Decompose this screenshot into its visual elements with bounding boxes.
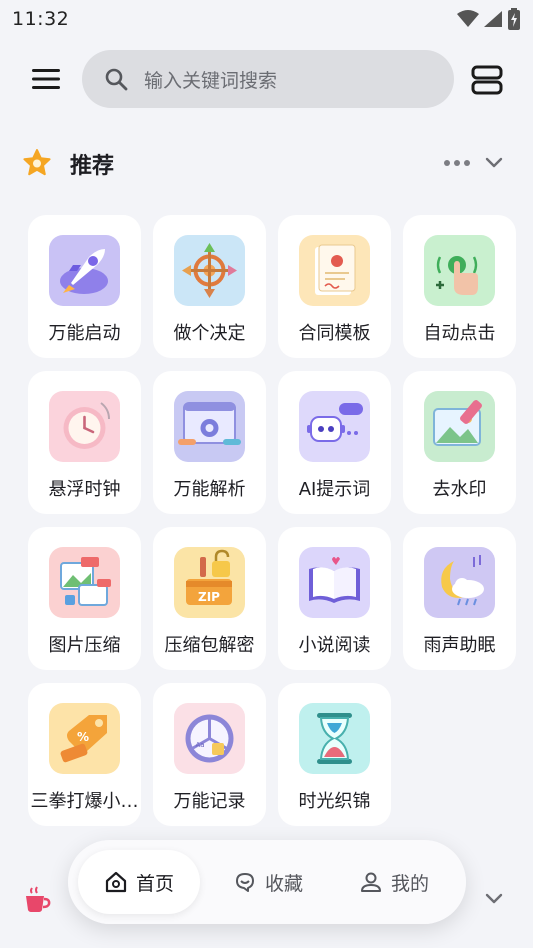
app-label: 小说阅读 [298,635,371,656]
svg-text:ZIP: ZIP [198,590,220,604]
app-card-floating-clock[interactable]: 悬浮时钟 [28,371,141,514]
app-card-make-decision[interactable]: 做个决定 [153,215,266,358]
record-pie-icon: Aa [174,703,245,774]
tab-mine-label: 我的 [390,872,429,895]
favorites-icon [235,873,254,892]
user-icon [360,872,381,892]
app-card-universal-record[interactable]: Aa 万能记录 [153,683,266,826]
tab-mine[interactable]: 我的 [344,850,444,914]
app-label: 悬浮时钟 [48,479,121,500]
status-bar: 11:32 [0,0,533,38]
search-placeholder: 输入关键词搜索 [144,69,278,92]
app-label: 压缩包解密 [164,635,255,656]
clock-icon [49,391,120,462]
app-label: 时光织锦 [298,791,371,812]
app-label: 去水印 [432,479,487,500]
app-card-universal-launch[interactable]: 万能启动 [28,215,141,358]
hourglass-icon [299,703,370,774]
bottom-navigation: 首页 收藏 我的 [68,840,466,924]
decision-wheel-icon [174,235,245,306]
app-label: 雨声助眠 [423,635,496,656]
menu-button[interactable] [30,64,62,94]
recommended-section-header: 推荐 [0,140,533,186]
layout-toggle-button[interactable] [469,62,505,98]
status-time: 11:32 [12,8,70,30]
moon-rain-icon [424,547,495,618]
svg-text:Aa: Aa [195,741,204,749]
tab-favorites-label: 收藏 [264,872,303,895]
tab-home-label: 首页 [135,872,174,895]
app-label: 三拳打爆小… [30,791,139,812]
app-card-three-punch-game[interactable]: % 三拳打爆小… [28,683,141,826]
app-card-universal-parse[interactable]: 万能解析 [153,371,266,514]
app-card-remove-watermark[interactable]: 去水印 [403,371,516,514]
app-card-ai-prompt[interactable]: AI提示词 [278,371,391,514]
signal-icon [484,11,502,27]
app-card-time-brocade[interactable]: 时光织锦 [278,683,391,826]
parse-gear-icon [174,391,245,462]
app-label: 自动点击 [423,323,496,344]
section-title: 推荐 [70,154,115,179]
list-layout-icon [471,65,503,95]
tab-favorites[interactable]: 收藏 [218,850,318,914]
app-card-zip-decrypt[interactable]: ZIP 压缩包解密 [153,527,266,670]
app-label: 万能记录 [173,791,246,812]
app-card-contract-template[interactable]: 合同模板 [278,215,391,358]
rocket-icon [49,235,120,306]
app-card-image-compress[interactable]: 图片压缩 [28,527,141,670]
tag-discount-icon: % [49,703,120,774]
app-label: 万能解析 [173,479,246,500]
app-card-auto-click[interactable]: 自动点击 [403,215,516,358]
chevron-down-icon[interactable] [484,152,504,172]
search-icon [105,68,128,91]
search-input[interactable]: 输入关键词搜索 [82,50,454,108]
ai-prompt-robot-icon [299,391,370,462]
star-icon [23,149,51,176]
app-label: AI提示词 [298,479,371,500]
home-icon [105,871,127,893]
app-label: 做个决定 [173,323,246,344]
chevron-down-icon[interactable] [484,888,504,908]
battery-icon [508,8,520,30]
auto-click-icon [424,235,495,306]
app-label: 万能启动 [48,323,121,344]
status-icons [457,8,521,30]
app-label: 合同模板 [298,323,371,344]
tab-home[interactable]: 首页 [78,850,200,914]
cup-icon [26,886,51,912]
image-compress-icon [49,547,120,618]
remove-watermark-icon [424,391,495,462]
zip-unlock-icon: ZIP [174,547,245,618]
top-bar: 输入关键词搜索 [0,48,533,110]
wifi-icon [457,10,479,27]
svg-text:%: % [77,730,89,744]
hamburger-menu-icon [32,69,60,89]
more-options-icon[interactable] [444,160,470,166]
app-card-novel-reading[interactable]: 小说阅读 [278,527,391,670]
app-label: 图片压缩 [48,635,121,656]
app-card-rain-sleep[interactable]: 雨声助眠 [403,527,516,670]
book-icon [299,547,370,618]
contract-icon [299,235,370,306]
